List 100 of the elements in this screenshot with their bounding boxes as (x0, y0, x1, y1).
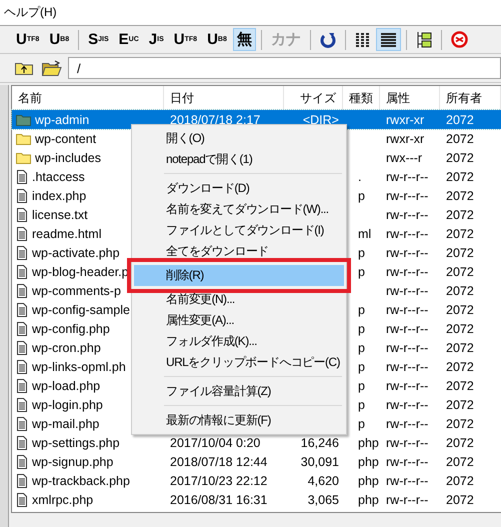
folder-icon (16, 132, 31, 144)
attribute-cell-text: rw-r--r-- (385, 284, 430, 298)
attribute-cell-text: rw-r--r-- (385, 340, 430, 354)
file-name: wp-signup.php (32, 454, 114, 468)
document-icon (16, 302, 28, 316)
document-icon (16, 454, 28, 468)
owner-cell-text: 2072 (445, 378, 475, 392)
date-cell-text: 2018/07/18 2:17 (169, 112, 262, 126)
document-icon (16, 322, 28, 336)
context-menu-item[interactable]: 削除(R) (134, 265, 344, 286)
type-cell-text: php (357, 436, 380, 450)
owner-cell-text: 2072 (445, 302, 475, 316)
attribute-cell-text: rw-r--r-- (385, 474, 430, 488)
file-name: wp-load.php (32, 378, 100, 392)
owner-cell-text: 2072 (445, 340, 475, 354)
owner-cell-text: 2072 (445, 246, 475, 260)
type-cell-text: . (357, 170, 362, 184)
menu-item[interactable]: ヘルプ(H) (4, 4, 57, 23)
open-folder-icon (42, 60, 62, 76)
type-cell-text: p (357, 398, 366, 412)
file-name: wp-trackback.php (32, 474, 130, 488)
document-icon (16, 436, 28, 450)
size-cell-text: 3,065 (306, 492, 340, 506)
date-cell-text: 2017/10/04 0:20 (169, 436, 262, 450)
document-icon (16, 360, 28, 374)
document-icon (16, 170, 28, 184)
file-name: wp-admin (35, 112, 90, 126)
date-cell-text: 2018/07/18 12:44 (169, 454, 268, 468)
owner-cell-text: 2072 (445, 416, 475, 430)
document-icon (16, 474, 28, 488)
document-icon (16, 284, 28, 298)
context-menu-item[interactable]: 全てをダウンロード (134, 241, 344, 262)
context-menu-item[interactable]: ダウンロード(D) (134, 178, 344, 199)
document-icon (16, 226, 28, 240)
context-menu-item[interactable]: 名前変更(N)... (134, 289, 344, 310)
owner-cell-text: 2072 (445, 492, 475, 506)
size-cell-text: 4,620 (306, 474, 340, 488)
type-cell-text: p (357, 416, 366, 430)
attribute-cell-text: rw-r--r-- (385, 416, 430, 430)
file-name: wp-config-sample (32, 302, 130, 316)
document-icon (16, 264, 28, 278)
owner-cell-text: 2072 (445, 112, 475, 126)
file-name: wp-blog-header.p (32, 264, 129, 278)
owner-cell-text: 2072 (445, 284, 475, 298)
context-menu-item[interactable]: 名前を変えてダウンロード(W)... (134, 199, 344, 220)
file-name: wp-comments-p (32, 284, 121, 298)
attribute-cell-text: rw-r--r-- (385, 492, 430, 506)
context-menu-item[interactable]: ファイル容量計算(Z) (134, 381, 344, 402)
file-name: wp-activate.php (32, 246, 120, 260)
attribute-cell-text: rw-r--r-- (385, 226, 430, 240)
document-icon (16, 246, 28, 260)
attribute-cell-text: rwx---r (385, 150, 424, 164)
attribute-cell-text: rw-r--r-- (385, 188, 430, 202)
file-name: wp-mail.php (32, 416, 100, 430)
type-cell-text: p (357, 322, 366, 336)
document-icon (16, 378, 28, 392)
owner-cell-text: 2072 (445, 150, 475, 164)
toolbar-button[interactable] (376, 28, 401, 51)
date-cell-text: 2016/08/31 16:31 (169, 492, 268, 506)
type-cell-text: php (357, 492, 380, 506)
owner-cell-text: 2072 (445, 454, 475, 468)
owner-cell-text: 2072 (445, 226, 475, 240)
owner-cell-text: 2072 (445, 170, 475, 184)
document-icon (16, 340, 28, 354)
document-icon (16, 398, 28, 412)
document-icon (16, 208, 28, 222)
context-menu-item[interactable]: URLをクリップボードへコピー(C) (134, 352, 344, 373)
folder-up-icon (15, 61, 33, 75)
file-name: .htaccess (32, 170, 85, 184)
file-name: readme.html (32, 226, 102, 240)
attribute-cell-text: rw-r--r-- (385, 378, 430, 392)
type-cell-text: p (357, 360, 366, 374)
context-menu-item[interactable]: 開く(O) (134, 128, 344, 149)
context-menu-item[interactable]: 最新の情報に更新(F) (134, 410, 344, 431)
folder-icon (16, 152, 31, 164)
context-menu-item[interactable]: フォルダ作成(K)... (134, 331, 344, 352)
attribute-cell-text: rw-r--r-- (385, 454, 430, 468)
type-cell-text: p (357, 340, 366, 354)
file-name: index.php (32, 188, 86, 202)
file-name: wp-config.php (32, 322, 110, 336)
file-name: xmlrpc.php (32, 492, 94, 506)
file-name: wp-includes (35, 150, 102, 164)
type-cell-text: php (357, 454, 380, 468)
attribute-cell-text: rw-r--r-- (385, 264, 430, 278)
path-field[interactable]: / (68, 57, 501, 79)
attribute-cell-text: rw-r--r-- (385, 436, 430, 450)
file-name: wp-login.php (32, 398, 103, 412)
owner-cell-text: 2072 (445, 398, 475, 412)
refresh-icon (320, 32, 336, 48)
encoding-button[interactable]: 無 (232, 28, 256, 51)
context-menu-item[interactable]: 属性変更(A)... (134, 310, 344, 331)
size-cell-text: 16,246 (300, 436, 340, 450)
attribute-cell-text: rw-r--r-- (385, 170, 430, 184)
context-menu-item[interactable]: notepadで開く(1) (134, 149, 344, 170)
stop-icon (450, 31, 468, 48)
type-cell-text: p (357, 246, 366, 260)
context-menu-item[interactable]: ファイルとしてダウンロード(I) (134, 220, 344, 241)
attribute-cell-text: rw-r--r-- (385, 360, 430, 374)
owner-cell-text: 2072 (445, 360, 475, 374)
owner-cell-text: 2072 (445, 188, 475, 202)
